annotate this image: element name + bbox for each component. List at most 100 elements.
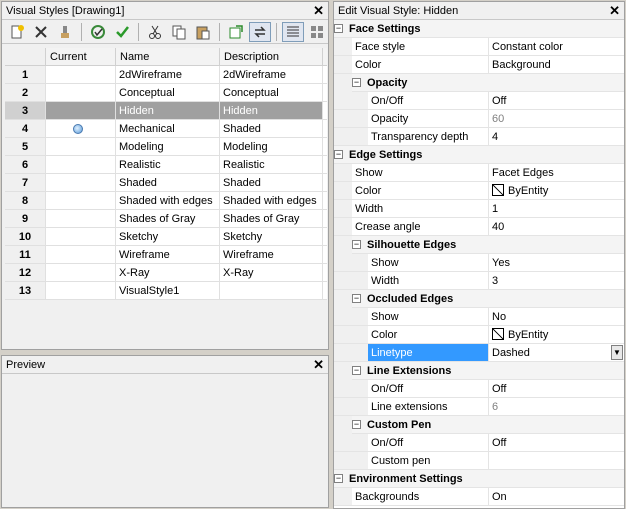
grid-header-description[interactable]: Description: [220, 48, 323, 65]
prop-value[interactable]: On: [489, 488, 624, 505]
new-style-icon[interactable]: [6, 22, 28, 42]
category-line-extensions[interactable]: − Line Extensions: [334, 361, 624, 380]
prop-value[interactable]: Background: [489, 56, 624, 73]
prop-opacity[interactable]: Opacity 60: [334, 110, 624, 128]
collapse-icon[interactable]: −: [352, 240, 361, 249]
prop-value[interactable]: Yes: [489, 254, 624, 271]
close-icon[interactable]: ✕: [313, 2, 324, 20]
prop-value[interactable]: Off: [489, 380, 624, 397]
prop-edge-width[interactable]: Width 1: [334, 200, 624, 218]
category-occluded-edges[interactable]: − Occluded Edges: [334, 289, 624, 308]
table-row[interactable]: 7 Shaded Shaded: [5, 174, 327, 192]
table-row[interactable]: 9 Shades of Gray Shades of Gray: [5, 210, 327, 228]
table-row[interactable]: 1 2dWireframe 2dWireframe: [5, 66, 327, 84]
export-icon[interactable]: [225, 22, 247, 42]
prop-value[interactable]: No: [489, 308, 624, 325]
collapse-icon[interactable]: −: [352, 294, 361, 303]
category-opacity[interactable]: − Opacity: [334, 73, 624, 92]
row-number: 11: [5, 246, 46, 263]
category-edge-settings[interactable]: − Edge Settings: [334, 146, 624, 164]
prop-value[interactable]: Facet Edges: [489, 164, 624, 181]
delete-icon[interactable]: [30, 22, 52, 42]
prop-custom-pen[interactable]: Custom pen: [334, 452, 624, 470]
prop-value[interactable]: 60: [489, 110, 624, 127]
table-row[interactable]: 12 X-Ray X-Ray: [5, 264, 327, 282]
prop-custom-pen-onoff[interactable]: On/Off Off: [334, 434, 624, 452]
prop-value[interactable]: Off: [489, 434, 624, 451]
table-row[interactable]: 4 Mechanical Shaded: [5, 120, 327, 138]
table-row[interactable]: 2 Conceptual Conceptual: [5, 84, 327, 102]
prop-value[interactable]: 1: [489, 200, 624, 217]
prop-edge-color[interactable]: Color ByEntity: [334, 182, 624, 200]
set-current-icon[interactable]: [111, 22, 133, 42]
row-name: Shades of Gray: [116, 210, 220, 227]
copy-icon[interactable]: [168, 22, 190, 42]
gutter: [334, 344, 368, 361]
table-row[interactable]: 6 Realistic Realistic: [5, 156, 327, 174]
table-row[interactable]: 10 Sketchy Sketchy: [5, 228, 327, 246]
prop-value[interactable]: [489, 452, 624, 469]
prop-occluded-show[interactable]: Show No: [334, 308, 624, 326]
prop-opacity-onoff[interactable]: On/Off Off: [334, 92, 624, 110]
row-number: 8: [5, 192, 46, 209]
prop-value[interactable]: 40: [489, 218, 624, 235]
prop-name: Color: [352, 56, 489, 73]
chevron-down-icon[interactable]: ▼: [611, 345, 623, 360]
prop-transparency-depth[interactable]: Transparency depth 4: [334, 128, 624, 146]
collapse-icon[interactable]: −: [334, 474, 343, 483]
category-label: Custom Pen: [367, 418, 432, 431]
sync-icon[interactable]: [249, 21, 271, 42]
cut-icon[interactable]: [144, 22, 166, 42]
paste-icon[interactable]: [192, 22, 214, 42]
grid-header-name[interactable]: Name: [116, 48, 220, 65]
prop-value[interactable]: Constant color: [489, 38, 624, 55]
prop-value[interactable]: ByEntity: [489, 326, 624, 343]
gutter: [334, 434, 368, 451]
linetype-dropdown[interactable]: Dashed ▼: [489, 344, 624, 361]
visual-styles-toolbar: [2, 20, 328, 44]
prop-value[interactable]: ByEntity: [489, 182, 624, 199]
prop-line-ext-onoff[interactable]: On/Off Off: [334, 380, 624, 398]
collapse-icon[interactable]: −: [352, 78, 361, 87]
collapse-icon[interactable]: −: [352, 420, 361, 429]
prop-occluded-linetype[interactable]: Linetype Dashed ▼: [334, 344, 624, 362]
grid-view-icon[interactable]: [306, 22, 328, 42]
brush-icon[interactable]: [54, 22, 76, 42]
prop-face-color[interactable]: Color Background: [334, 56, 624, 74]
collapse-icon[interactable]: −: [334, 24, 343, 33]
table-row[interactable]: 11 Wireframe Wireframe: [5, 246, 327, 264]
collapse-icon[interactable]: −: [352, 366, 361, 375]
prop-value[interactable]: 3: [489, 272, 624, 289]
table-row[interactable]: 8 Shaded with edges Shaded with edges: [5, 192, 327, 210]
category-environment-settings[interactable]: − Environment Settings: [334, 470, 624, 488]
grid-header: Current Name Description: [5, 48, 327, 66]
close-icon[interactable]: ✕: [609, 2, 620, 20]
prop-value[interactable]: 4: [489, 128, 624, 145]
row-name: Wireframe: [116, 246, 220, 263]
collapse-icon[interactable]: −: [334, 150, 343, 159]
prop-silhouette-width[interactable]: Width 3: [334, 272, 624, 290]
row-number: 13: [5, 282, 46, 299]
apply-to-viewport-icon[interactable]: [87, 22, 109, 42]
prop-edge-show[interactable]: Show Facet Edges: [334, 164, 624, 182]
close-icon[interactable]: ✕: [313, 356, 324, 374]
prop-value[interactable]: 6: [489, 398, 624, 415]
prop-value[interactable]: Off: [489, 92, 624, 109]
grid-header-current[interactable]: Current: [46, 48, 116, 65]
prop-line-extensions[interactable]: Line extensions 6: [334, 398, 624, 416]
prop-silhouette-show[interactable]: Show Yes: [334, 254, 624, 272]
prop-occluded-color[interactable]: Color ByEntity: [334, 326, 624, 344]
prop-backgrounds[interactable]: Backgrounds On: [334, 488, 624, 506]
prop-face-style[interactable]: Face style Constant color: [334, 38, 624, 56]
category-custom-pen[interactable]: − Custom Pen: [334, 415, 624, 434]
category-face-settings[interactable]: − Face Settings: [334, 20, 624, 38]
category-silhouette-edges[interactable]: − Silhouette Edges: [334, 235, 624, 254]
details-view-icon[interactable]: [282, 21, 304, 42]
category-label: Line Extensions: [367, 364, 452, 377]
table-row[interactable]: 3 Hidden Hidden: [5, 102, 327, 120]
table-row[interactable]: 5 Modeling Modeling: [5, 138, 327, 156]
prop-crease-angle[interactable]: Crease angle 40: [334, 218, 624, 236]
table-row[interactable]: 13 VisualStyle1: [5, 282, 327, 300]
prop-name: Show: [352, 164, 489, 181]
prop-name: Backgrounds: [352, 488, 489, 505]
